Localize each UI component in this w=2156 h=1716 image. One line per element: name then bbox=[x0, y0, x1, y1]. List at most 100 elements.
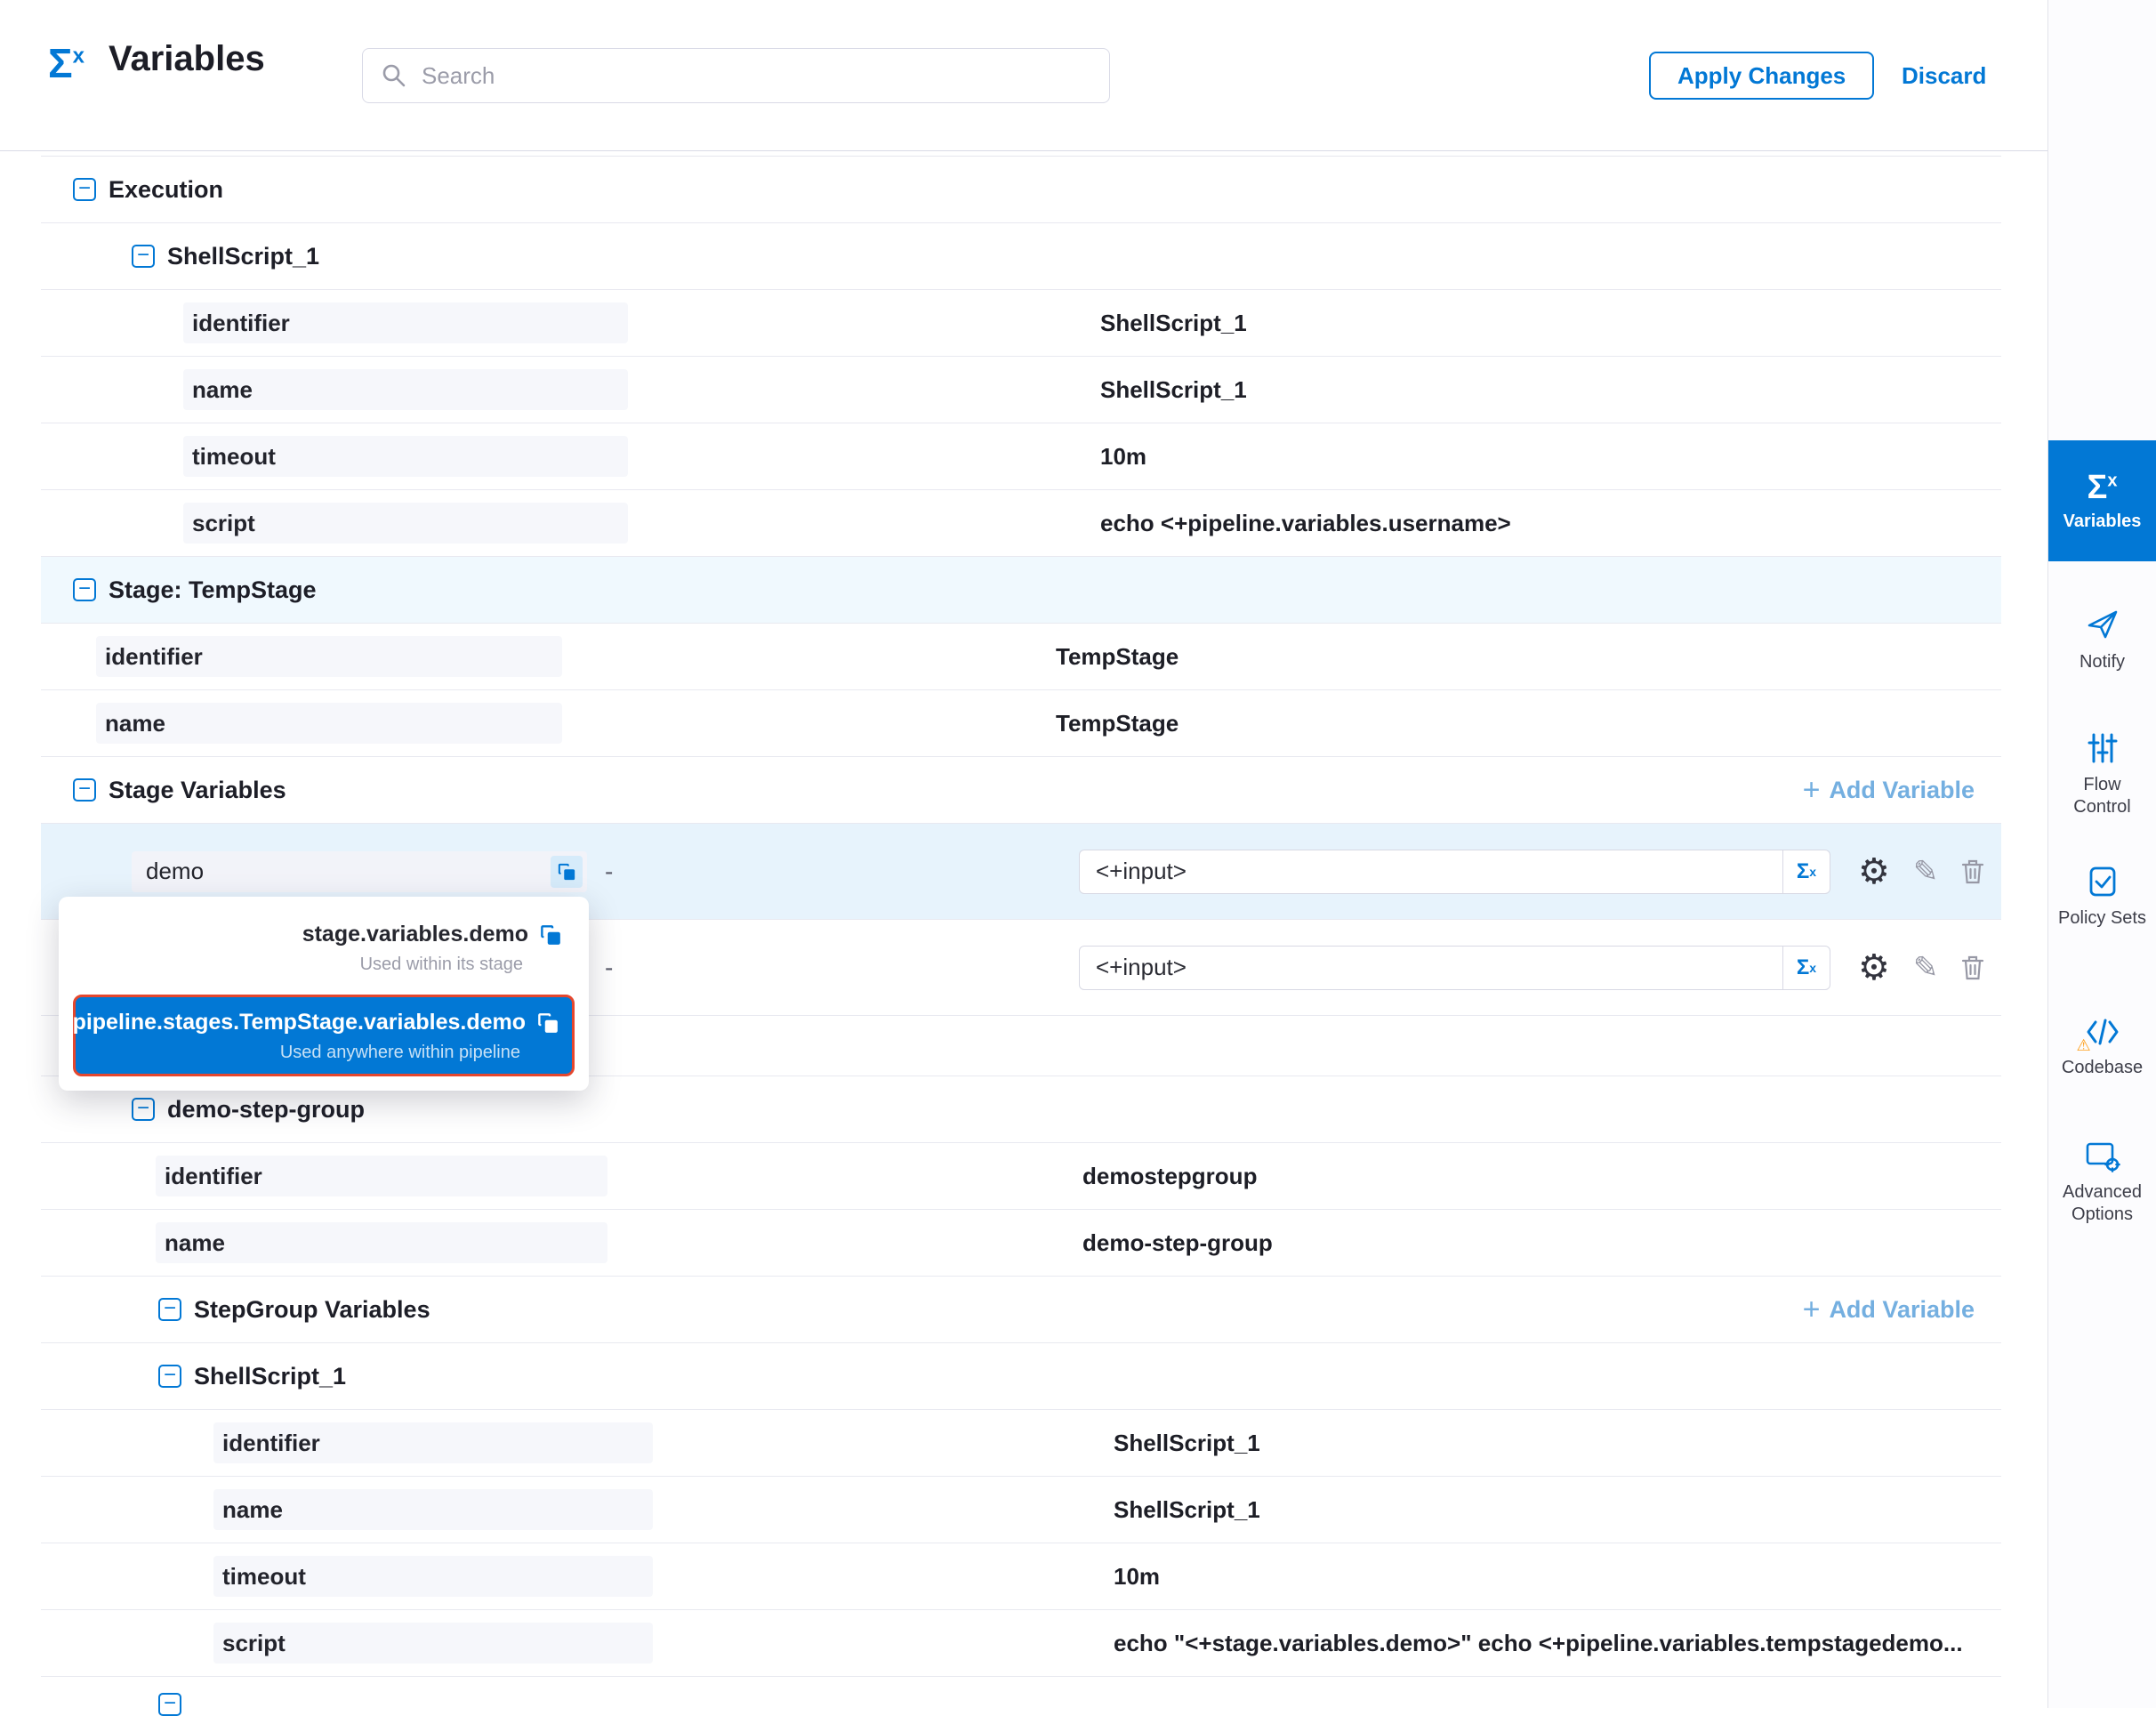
variable-path-option[interactable]: stage.variables.demo Used within its sta… bbox=[73, 911, 575, 982]
nav-item-advanced-options[interactable]: Advanced Options bbox=[2048, 1140, 2156, 1226]
table-row-stage: Stage: TempStage bbox=[41, 557, 2001, 624]
field-value: TempStage bbox=[1056, 710, 1179, 737]
field-key: identifier bbox=[213, 1422, 653, 1463]
collapse-icon[interactable] bbox=[132, 245, 155, 268]
apply-changes-button[interactable]: Apply Changes bbox=[1649, 52, 1874, 100]
field-value: ShellScript_1 bbox=[1100, 310, 1247, 337]
variables-panel: Execution ShellScript_1 identifier Shell… bbox=[0, 151, 2047, 1708]
variable-value-input[interactable]: <+input> Σx bbox=[1079, 850, 1830, 894]
edit-variable-icon[interactable]: ✎ bbox=[1913, 953, 1939, 983]
field-value: ShellScript_1 bbox=[1114, 1496, 1260, 1524]
field-key: script bbox=[213, 1623, 653, 1664]
field-key: identifier bbox=[183, 302, 628, 343]
delete-variable-icon[interactable] bbox=[1961, 858, 1984, 885]
copy-icon[interactable] bbox=[536, 1011, 559, 1035]
field-value: ShellScript_1 bbox=[1114, 1430, 1260, 1457]
variable-path-popup: stage.variables.demo Used within its sta… bbox=[59, 897, 589, 1091]
input-type-selector[interactable]: Σx bbox=[1782, 947, 1830, 989]
field-value: ShellScript_1 bbox=[1100, 376, 1247, 404]
discard-button[interactable]: Discard bbox=[1902, 62, 1986, 90]
page-title: Variables bbox=[109, 39, 265, 79]
collapse-icon[interactable] bbox=[158, 1693, 181, 1716]
table-row-stepgroup-variables: StepGroup Variables Add Variable bbox=[41, 1277, 2001, 1343]
field-key: identifier bbox=[96, 636, 562, 677]
variables-logo-icon: Σx bbox=[48, 43, 84, 84]
table-row-step: ShellScript_1 bbox=[41, 223, 2001, 290]
field-value: demostepgroup bbox=[1082, 1163, 1257, 1190]
variable-scope-hint: Used anywhere within pipeline bbox=[280, 1043, 520, 1063]
collapse-icon[interactable] bbox=[158, 1365, 181, 1388]
field-key: identifier bbox=[156, 1156, 607, 1196]
collapse-icon[interactable] bbox=[73, 578, 96, 601]
variable-scope-hint: Used within its stage bbox=[360, 955, 523, 975]
check-shield-icon bbox=[2086, 865, 2120, 898]
collapse-icon[interactable] bbox=[73, 178, 96, 201]
table-row: timeout 10m bbox=[41, 423, 2001, 490]
plus-icon bbox=[1803, 775, 1821, 805]
field-value: echo <+pipeline.variables.username> bbox=[1100, 510, 1511, 537]
field-value: demo-step-group bbox=[1082, 1229, 1273, 1257]
variable-value-input[interactable]: <+input> Σx bbox=[1079, 946, 1830, 990]
right-nav: Σx Variables Notify Flow Control Policy … bbox=[2047, 0, 2156, 1708]
collapse-icon[interactable] bbox=[158, 1298, 181, 1321]
search-icon bbox=[381, 62, 407, 89]
add-variable-button[interactable]: Add Variable bbox=[1803, 1294, 1975, 1325]
paper-plane-icon bbox=[2085, 607, 2120, 642]
field-value: echo "<+stage.variables.demo>" echo <+pi… bbox=[1114, 1630, 1963, 1657]
table-row: script echo "<+stage.variables.demo>" ec… bbox=[41, 1610, 2001, 1677]
edit-variable-icon[interactable]: ✎ bbox=[1913, 857, 1939, 887]
sliders-icon bbox=[2086, 731, 2120, 765]
code-brackets-icon: ⚠ bbox=[2084, 1016, 2121, 1048]
input-type-selector[interactable]: Σx bbox=[1782, 850, 1830, 893]
variable-name-input[interactable]: demo bbox=[132, 851, 587, 892]
copy-icon[interactable] bbox=[539, 923, 562, 947]
add-variable-button[interactable]: Add Variable bbox=[1803, 775, 1975, 805]
advanced-options-icon bbox=[2085, 1140, 2120, 1172]
nav-item-notify[interactable]: Notify bbox=[2048, 607, 2156, 673]
warning-icon: ⚠ bbox=[2077, 1037, 2091, 1053]
plus-icon bbox=[1803, 1294, 1821, 1325]
table-row bbox=[41, 1677, 2001, 1709]
variable-settings-icon[interactable]: ⚙ bbox=[1858, 950, 1890, 986]
group-label: ShellScript_1 bbox=[194, 1363, 346, 1390]
field-key: timeout bbox=[213, 1556, 653, 1597]
field-key: script bbox=[183, 503, 628, 544]
nav-item-codebase[interactable]: ⚠ Codebase bbox=[2048, 1016, 2156, 1079]
field-value: 10m bbox=[1100, 443, 1146, 471]
table-row: identifier demostepgroup bbox=[41, 1143, 2001, 1210]
group-label: ShellScript_1 bbox=[167, 243, 319, 270]
table-row: identifier TempStage bbox=[41, 624, 2001, 690]
table-row: name ShellScript_1 bbox=[41, 1477, 2001, 1543]
nav-item-variables[interactable]: Σx Variables bbox=[2048, 440, 2156, 561]
field-key: timeout bbox=[183, 436, 628, 477]
table-row-stage-variables: Stage Variables Add Variable bbox=[41, 757, 2001, 824]
collapse-icon[interactable] bbox=[132, 1098, 155, 1121]
nav-item-policy-sets[interactable]: Policy Sets bbox=[2048, 865, 2156, 930]
top-header: Σx Variables Apply Changes Discard bbox=[0, 0, 2047, 151]
group-label: Stage Variables bbox=[109, 777, 286, 804]
copy-icon[interactable] bbox=[551, 856, 583, 888]
group-label: demo-step-group bbox=[167, 1096, 365, 1124]
field-value: TempStage bbox=[1056, 643, 1179, 671]
table-row: identifier ShellScript_1 bbox=[41, 1410, 2001, 1477]
sigma-icon: Σx bbox=[2088, 471, 2118, 504]
table-row: timeout 10m bbox=[41, 1543, 2001, 1610]
table-row: name demo-step-group bbox=[41, 1210, 2001, 1277]
variable-settings-icon[interactable]: ⚙ bbox=[1858, 854, 1890, 890]
delete-variable-icon[interactable] bbox=[1961, 955, 1984, 981]
search-box[interactable] bbox=[362, 48, 1110, 103]
field-key: name bbox=[96, 703, 562, 744]
field-key: name bbox=[156, 1222, 607, 1263]
variable-path-option-selected[interactable]: pipeline.stages.TempStage.variables.demo… bbox=[73, 995, 575, 1076]
table-row: name ShellScript_1 bbox=[41, 357, 2001, 423]
search-input[interactable] bbox=[420, 61, 1109, 91]
table-row: name TempStage bbox=[41, 690, 2001, 757]
field-key: name bbox=[213, 1489, 653, 1530]
variable-type: - bbox=[605, 858, 613, 886]
field-key: name bbox=[183, 369, 628, 410]
nav-item-flow-control[interactable]: Flow Control bbox=[2048, 731, 2156, 818]
table-row: script echo <+pipeline.variables.usernam… bbox=[41, 490, 2001, 557]
table-row-step: ShellScript_1 bbox=[41, 1343, 2001, 1410]
collapse-icon[interactable] bbox=[73, 778, 96, 802]
variable-type: - bbox=[605, 954, 613, 982]
